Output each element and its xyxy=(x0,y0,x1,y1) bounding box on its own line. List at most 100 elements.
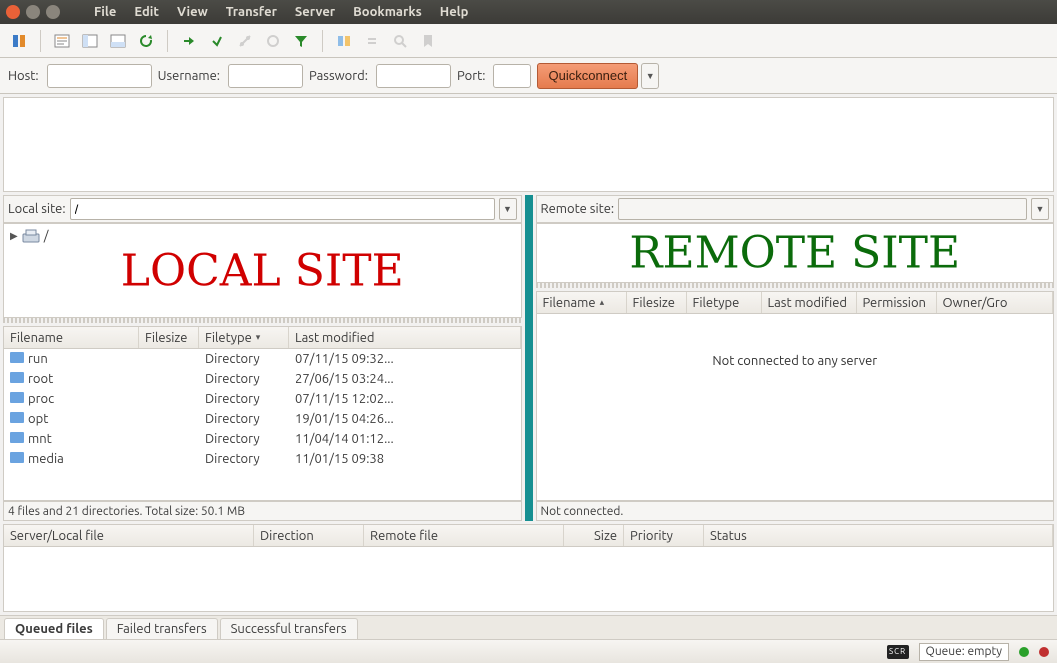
file-modified: 11/04/14 01:12... xyxy=(289,432,521,446)
activity-indicator-1 xyxy=(1019,647,1029,657)
menu-view[interactable]: View xyxy=(169,2,216,22)
sort-asc-icon: ▴ xyxy=(600,297,605,308)
tab-queued-files[interactable]: Queued files xyxy=(4,618,104,639)
process-queue-icon[interactable] xyxy=(178,30,200,52)
search-icon[interactable] xyxy=(389,30,411,52)
disconnect-icon[interactable] xyxy=(234,30,256,52)
menu-file[interactable]: File xyxy=(86,2,124,22)
col-filename[interactable]: Filename xyxy=(4,327,139,348)
col-server-local-file[interactable]: Server/Local file xyxy=(4,525,254,546)
col-status[interactable]: Status xyxy=(704,525,1053,546)
file-modified: 27/06/15 03:24... xyxy=(289,372,521,386)
remote-overlay-label: REMOTE SITE xyxy=(629,228,960,279)
file-name: mnt xyxy=(28,432,52,446)
filter-icon[interactable] xyxy=(290,30,312,52)
local-horizontal-splitter[interactable] xyxy=(3,318,522,323)
menu-bookmarks[interactable]: Bookmarks xyxy=(345,2,430,22)
folder-icon xyxy=(10,392,24,403)
local-path-dropdown[interactable]: ▼ xyxy=(499,198,517,220)
col-size[interactable]: Size xyxy=(564,525,624,546)
compare-icon[interactable] xyxy=(333,30,355,52)
quickconnect-history-dropdown[interactable]: ▼ xyxy=(641,63,659,89)
refresh-icon[interactable] xyxy=(135,30,157,52)
sync-browse-icon[interactable] xyxy=(361,30,383,52)
remote-path-dropdown[interactable]: ▼ xyxy=(1031,198,1049,220)
local-tree[interactable]: ▶ / LOCAL SITE xyxy=(3,223,522,318)
remote-status: Not connected. xyxy=(536,501,1055,521)
col-owner[interactable]: Owner/Gro xyxy=(937,292,1054,313)
file-name: opt xyxy=(28,412,48,426)
window-maximize-button[interactable] xyxy=(46,5,60,19)
transfer-header[interactable]: Server/Local file Direction Remote file … xyxy=(4,525,1053,547)
transfer-queue[interactable]: Server/Local file Direction Remote file … xyxy=(3,524,1054,612)
vertical-splitter[interactable] xyxy=(525,195,533,521)
file-type: Directory xyxy=(199,372,289,386)
local-site-label: Local site: xyxy=(8,202,66,216)
file-row[interactable]: optDirectory19/01/15 04:26... xyxy=(4,409,521,429)
main-split: Local site: ▼ ▶ / LOCAL SITE Filename Fi… xyxy=(0,195,1057,521)
file-row[interactable]: mediaDirectory11/01/15 09:38 xyxy=(4,449,521,469)
col-permissions[interactable]: Permission xyxy=(857,292,937,313)
col-last-modified[interactable]: Last modified xyxy=(762,292,857,313)
file-name: media xyxy=(28,452,64,466)
menu-transfer[interactable]: Transfer xyxy=(218,2,285,22)
toggle-tree-icon[interactable] xyxy=(79,30,101,52)
col-filename[interactable]: Filename ▴ xyxy=(537,292,627,313)
chevron-down-icon: ▼ xyxy=(646,71,655,81)
file-type: Directory xyxy=(199,432,289,446)
tree-root-label[interactable]: / xyxy=(44,229,49,243)
file-row[interactable]: procDirectory07/11/15 12:02... xyxy=(4,389,521,409)
quickconnect-button[interactable]: Quickconnect xyxy=(537,63,638,89)
titlebar: File Edit View Transfer Server Bookmarks… xyxy=(0,0,1057,24)
tab-failed-transfers[interactable]: Failed transfers xyxy=(106,618,218,639)
site-manager-icon[interactable] xyxy=(8,30,30,52)
window-close-button[interactable] xyxy=(6,5,20,19)
folder-icon xyxy=(10,372,24,383)
drive-icon xyxy=(22,228,40,244)
tab-successful-transfers[interactable]: Successful transfers xyxy=(220,618,358,639)
col-last-modified[interactable]: Last modified xyxy=(289,327,521,348)
expand-icon[interactable]: ▶ xyxy=(10,230,18,242)
file-modified: 07/11/15 09:32... xyxy=(289,352,521,366)
remote-path-input[interactable] xyxy=(618,198,1027,220)
reconnect-icon[interactable] xyxy=(262,30,284,52)
remote-list-header[interactable]: Filename ▴ Filesize Filetype Last modifi… xyxy=(537,292,1054,314)
local-path-input[interactable] xyxy=(70,198,495,220)
window-minimize-button[interactable] xyxy=(26,5,40,19)
menu-help[interactable]: Help xyxy=(432,2,477,22)
port-input[interactable] xyxy=(493,64,531,88)
col-remote-file[interactable]: Remote file xyxy=(364,525,564,546)
remote-horizontal-splitter[interactable] xyxy=(536,283,1055,288)
folder-icon xyxy=(10,432,24,443)
remote-file-list[interactable]: Filename ▴ Filesize Filetype Last modifi… xyxy=(536,291,1055,501)
cancel-icon[interactable] xyxy=(206,30,228,52)
quickconnect-bar: Host: Username: Password: Port: Quickcon… xyxy=(0,58,1057,94)
file-row[interactable]: rootDirectory27/06/15 03:24... xyxy=(4,369,521,389)
folder-icon xyxy=(10,412,24,423)
col-filesize[interactable]: Filesize xyxy=(627,292,687,313)
host-label: Host: xyxy=(8,69,39,83)
toggle-log-icon[interactable] xyxy=(51,30,73,52)
bookmark-icon[interactable] xyxy=(417,30,439,52)
host-input[interactable] xyxy=(47,64,152,88)
col-priority[interactable]: Priority xyxy=(624,525,704,546)
folder-icon xyxy=(10,452,24,463)
toggle-queue-icon[interactable] xyxy=(107,30,129,52)
menu-server[interactable]: Server xyxy=(287,2,343,22)
file-row[interactable]: runDirectory07/11/15 09:32... xyxy=(4,349,521,369)
file-row[interactable]: mnt Directory11/04/14 01:12... xyxy=(4,429,521,449)
col-filetype[interactable]: Filetype xyxy=(687,292,762,313)
col-direction[interactable]: Direction xyxy=(254,525,364,546)
col-filesize[interactable]: Filesize xyxy=(139,327,199,348)
col-filetype[interactable]: Filetype ▾ xyxy=(199,327,289,348)
chevron-down-icon: ▼ xyxy=(1036,204,1045,214)
local-list-header[interactable]: Filename Filesize Filetype ▾ Last modifi… xyxy=(4,327,521,349)
queue-status[interactable]: Queue: empty xyxy=(919,643,1009,661)
remote-tree[interactable]: REMOTE SITE xyxy=(536,223,1055,283)
menu-edit[interactable]: Edit xyxy=(126,2,167,22)
password-input[interactable] xyxy=(376,64,451,88)
username-input[interactable] xyxy=(228,64,303,88)
local-site-bar: Local site: ▼ xyxy=(3,195,522,223)
message-log[interactable] xyxy=(3,97,1054,192)
local-file-list[interactable]: Filename Filesize Filetype ▾ Last modifi… xyxy=(3,326,522,501)
